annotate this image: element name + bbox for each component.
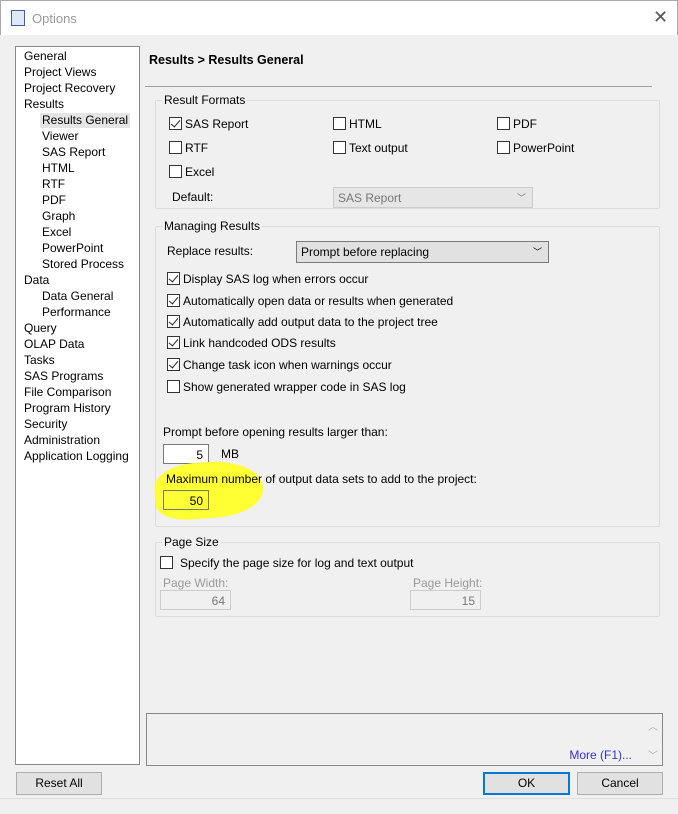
managing-option-checkbox[interactable] [167, 358, 180, 371]
tree-item[interactable]: Excel [40, 225, 73, 240]
tree-item[interactable]: PowerPoint [40, 241, 105, 256]
format-option-label: PDF [513, 117, 537, 131]
managing-option-checkbox[interactable] [167, 272, 180, 285]
tree-item[interactable]: Application Logging [22, 449, 131, 464]
group-title: Result Formats [162, 93, 248, 107]
cancel-button[interactable]: Cancel [577, 772, 663, 795]
tree-item[interactable]: Results [22, 97, 66, 112]
tree-item[interactable]: RTF [40, 177, 67, 192]
tree-item[interactable]: Results General [40, 113, 131, 128]
format-option-label: HTML [349, 117, 382, 131]
format-option-checkbox[interactable] [333, 117, 346, 130]
replace-results-label: Replace results: [167, 244, 254, 258]
replace-results-select[interactable]: Prompt before replacing ﹀ [296, 241, 549, 263]
group-title: Page Size [162, 535, 221, 549]
format-option-checkbox[interactable] [497, 141, 510, 154]
managing-option-label: Show generated wrapper code in SAS log [183, 380, 406, 394]
page-width-input[interactable]: 64 [160, 590, 231, 610]
tree-item[interactable]: SAS Programs [22, 369, 105, 384]
tree-item[interactable]: Data General [40, 289, 115, 304]
chevron-down-icon: ﹀ [516, 193, 526, 203]
managing-option-checkbox[interactable] [167, 315, 180, 328]
tree-item[interactable]: Performance [40, 305, 113, 320]
divider [145, 86, 652, 87]
options-tree: General Project Views Project Recovery Resu… [15, 46, 140, 765]
scroll-down-icon[interactable]: ﹀ [648, 747, 658, 762]
specify-page-size-checkbox[interactable] [160, 556, 173, 569]
tree-item[interactable]: HTML [40, 161, 77, 176]
tree-item[interactable]: Stored Process [40, 257, 126, 272]
tree-item[interactable]: PDF [40, 193, 68, 208]
tree-item[interactable]: Project Views [22, 65, 98, 80]
managing-option-label: Link handcoded ODS results [183, 336, 336, 350]
tree-item[interactable]: Viewer [40, 129, 80, 144]
managing-option-checkbox[interactable] [167, 380, 180, 393]
format-option-checkbox[interactable] [333, 141, 346, 154]
specify-page-size-label: Specify the page size for log and text o… [180, 556, 414, 570]
tree-item[interactable]: General [22, 49, 69, 64]
managing-option-label: Display SAS log when errors occur [183, 272, 369, 286]
options-app-icon [11, 10, 25, 26]
tree-item[interactable]: File Comparison [22, 385, 113, 400]
page-height-input[interactable]: 15 [410, 590, 481, 610]
chevron-down-icon: ﹀ [532, 247, 542, 257]
managing-option-label: Change task icon when warnings occur [183, 358, 392, 372]
page-title: Results > Results General [149, 53, 304, 67]
replace-results-value: Prompt before replacing [301, 245, 430, 259]
close-icon[interactable]: ✕ [653, 7, 668, 28]
tree-item[interactable]: Graph [40, 209, 77, 224]
tree-item[interactable]: Tasks [22, 353, 57, 368]
max-datasets-input[interactable]: 50 [163, 490, 209, 510]
format-option-label: RTF [185, 141, 209, 155]
title-bar: Options ✕ [0, 0, 678, 35]
group-title: Managing Results [162, 219, 263, 233]
tree-item[interactable]: Query [22, 321, 59, 336]
mb-unit-label: MB [221, 447, 239, 461]
tree-item[interactable]: SAS Report [40, 145, 107, 160]
tree-item[interactable]: Security [22, 417, 69, 432]
max-datasets-label: Maximum number of output data sets to ad… [166, 472, 477, 486]
default-format-select[interactable]: SAS Report ﹀ [333, 187, 533, 208]
divider [0, 798, 678, 799]
format-option-checkbox[interactable] [497, 117, 510, 130]
format-option-label: SAS Report [185, 117, 249, 131]
reset-all-button[interactable]: Reset All [16, 772, 102, 795]
tree-item[interactable]: Administration [22, 433, 102, 448]
managing-option-label: Automatically open data or results when … [183, 294, 454, 308]
window-title: Options [32, 11, 77, 26]
format-option-label: PowerPoint [513, 141, 575, 155]
tree-item[interactable]: Data [22, 273, 51, 288]
managing-option-checkbox[interactable] [167, 336, 180, 349]
tree-item[interactable]: OLAP Data [22, 337, 86, 352]
format-option-checkbox[interactable] [169, 165, 182, 178]
format-option-label: Text output [349, 141, 408, 155]
page-width-label: Page Width: [163, 576, 229, 590]
format-option-checkbox[interactable] [169, 141, 182, 154]
managing-option-checkbox[interactable] [167, 294, 180, 307]
tree-item[interactable]: Program History [22, 401, 113, 416]
format-option-checkbox[interactable] [169, 117, 182, 130]
ok-button[interactable]: OK [483, 772, 570, 795]
prompt-size-input[interactable]: 5 [163, 444, 209, 464]
more-help-link[interactable]: More (F1)... [569, 748, 632, 762]
default-format-value: SAS Report [338, 191, 402, 205]
page-height-label: Page Height: [413, 576, 483, 590]
format-option-label: Excel [185, 165, 215, 179]
tree-item[interactable]: Project Recovery [22, 81, 117, 96]
managing-option-label: Automatically add output data to the pro… [183, 315, 438, 329]
prompt-size-label: Prompt before opening results larger tha… [163, 425, 388, 439]
scroll-up-icon[interactable]: ︿ [648, 718, 658, 733]
default-label: Default: [172, 190, 214, 204]
help-panel: More (F1)... ︿ ﹀ [146, 713, 663, 766]
